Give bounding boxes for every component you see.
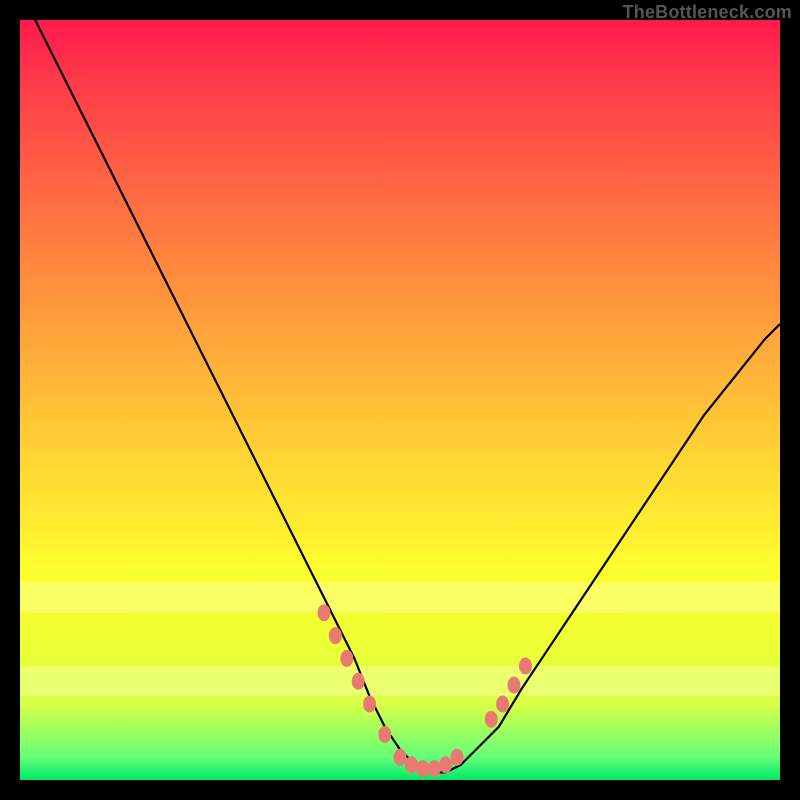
chart-frame: TheBottleneck.com — [0, 0, 800, 800]
watermark-text: TheBottleneck.com — [623, 2, 792, 23]
marker-dot — [451, 749, 464, 766]
marker-dot — [416, 760, 429, 777]
marker-dot — [352, 673, 365, 690]
marker-dot — [363, 696, 376, 713]
marker-dot — [508, 677, 521, 694]
marker-dot — [485, 711, 498, 728]
marker-dot — [496, 696, 509, 713]
marker-dot — [318, 604, 331, 621]
marker-dot — [394, 749, 407, 766]
marker-dot — [428, 760, 441, 777]
marker-dot — [519, 658, 532, 675]
marker-dot — [378, 726, 391, 743]
marker-dot — [439, 756, 452, 773]
marker-dot — [405, 756, 418, 773]
marker-dot — [340, 650, 353, 667]
marker-dot — [329, 627, 342, 644]
bottleneck-curve — [35, 20, 780, 772]
marker-group — [318, 604, 532, 777]
curve-layer — [20, 20, 780, 780]
